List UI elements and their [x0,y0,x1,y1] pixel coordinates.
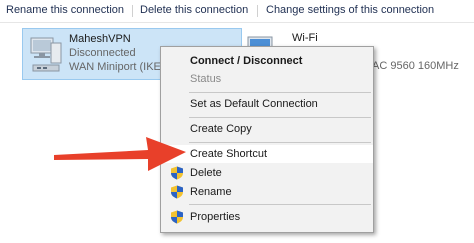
connection-device: WAN Miniport (IKEv [69,61,167,73]
rename-connection-button[interactable]: Rename this connection [6,4,124,16]
uac-shield-icon [171,210,183,224]
change-settings-button[interactable]: Change settings of this connection [266,4,434,16]
menu-item-properties[interactable]: Properties [161,208,373,226]
connection-device: AC 9560 160MHz [372,60,459,72]
menu-item-set-default[interactable]: Set as Default Connection [161,95,373,113]
menu-item-status[interactable]: Status [161,70,373,88]
network-computer-icon [30,37,62,72]
menu-item-connect-disconnect[interactable]: Connect / Disconnect [161,52,373,70]
menu-item-label: Create Copy [190,123,252,135]
menu-separator [189,117,371,118]
menu-separator [189,204,371,205]
menu-item-label: Connect / Disconnect [190,55,303,67]
context-menu: Connect / Disconnect Status Set as Defau… [160,46,374,233]
menu-item-label: Rename [190,186,232,198]
menu-item-create-shortcut[interactable]: Create Shortcut [161,145,373,163]
connection-name: MaheshVPN [69,33,131,45]
menu-separator [189,142,371,143]
menu-item-label: Set as Default Connection [190,98,318,110]
menu-item-delete[interactable]: Delete [161,164,373,182]
command-toolbar: Rename this connection Delete this conne… [0,0,474,23]
menu-separator [189,92,371,93]
uac-shield-icon [171,185,183,199]
menu-item-label: Delete [190,167,222,179]
menu-item-label: Properties [190,211,241,223]
delete-connection-button[interactable]: Delete this connection [140,4,248,16]
connection-status: Disconnected [69,47,136,59]
red-arrow-annotation [54,137,186,171]
connection-name: Wi-Fi [292,32,318,44]
toolbar-separator [132,5,133,17]
menu-item-label: Status [190,73,222,85]
toolbar-separator [257,5,258,17]
menu-item-rename[interactable]: Rename [161,183,373,201]
menu-item-create-copy[interactable]: Create Copy [161,120,373,138]
menu-item-label: Create Shortcut [190,148,268,160]
